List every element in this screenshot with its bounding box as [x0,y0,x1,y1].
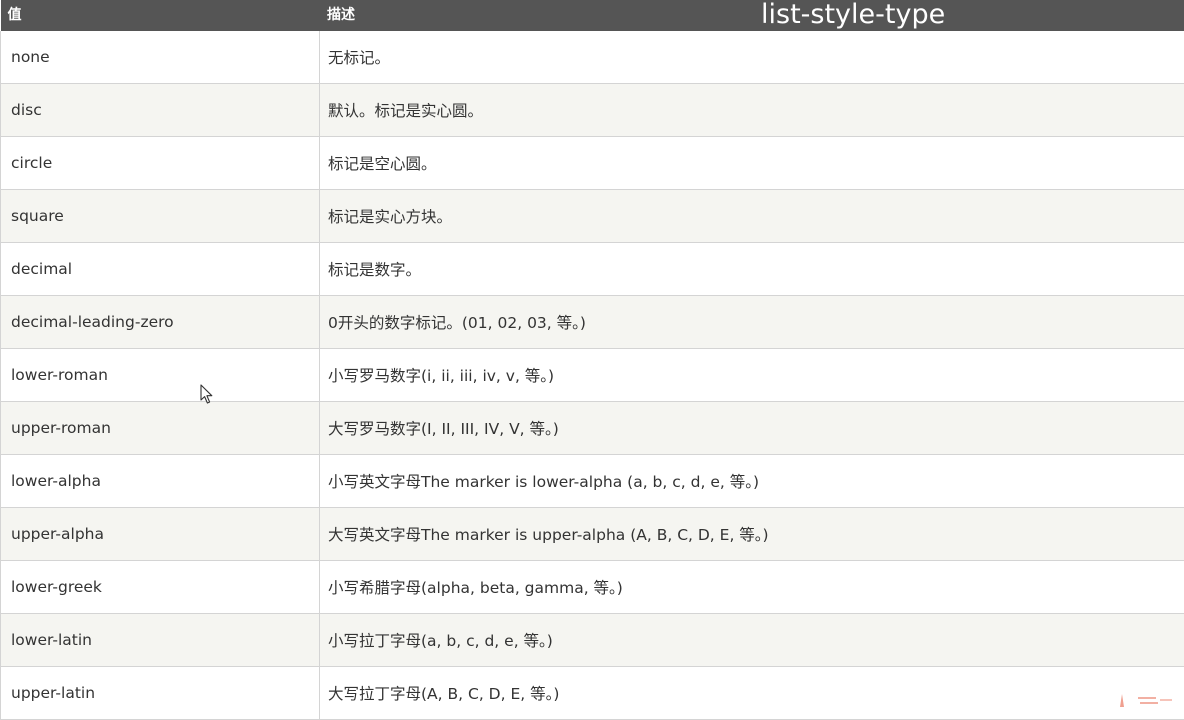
overlay-title: list-style-type [761,0,945,32]
table-row: upper-alpha大写英文字母The marker is upper-alp… [1,508,1184,561]
reference-table: 值 描述 none无标记。disc默认。标记是实心圆。circle标记是空心圆。… [0,0,1184,720]
table-row: decimal标记是数字。 [1,243,1184,296]
corner-logo-fragment [1112,690,1184,708]
cell-description: 默认。标记是实心圆。 [320,84,1184,137]
cell-value: disc [1,84,320,137]
table-body: none无标记。disc默认。标记是实心圆。circle标记是空心圆。squar… [1,31,1184,720]
table-row: lower-latin小写拉丁字母(a, b, c, d, e, 等。) [1,614,1184,667]
table-row: none无标记。 [1,31,1184,84]
mouse-pointer-icon [200,384,214,405]
cell-value: upper-latin [1,667,320,720]
cell-description: 大写英文字母The marker is upper-alpha (A, B, C… [320,508,1184,561]
cell-description: 小写希腊字母(alpha, beta, gamma, 等。) [320,561,1184,614]
header-value: 值 [1,0,320,31]
cell-value: lower-alpha [1,455,320,508]
table-row: circle标记是空心圆。 [1,137,1184,190]
page: 值 描述 none无标记。disc默认。标记是实心圆。circle标记是空心圆。… [0,0,1184,708]
cell-value: upper-roman [1,402,320,455]
cell-value: lower-greek [1,561,320,614]
table-row: disc默认。标记是实心圆。 [1,84,1184,137]
cell-description: 大写罗马数字(I, II, III, IV, V, 等。) [320,402,1184,455]
cell-description: 0开头的数字标记。(01, 02, 03, 等。) [320,296,1184,349]
table-row: upper-roman大写罗马数字(I, II, III, IV, V, 等。) [1,402,1184,455]
cell-value: circle [1,137,320,190]
table-row: decimal-leading-zero0开头的数字标记。(01, 02, 03… [1,296,1184,349]
cell-value: upper-alpha [1,508,320,561]
cell-description: 无标记。 [320,31,1184,84]
cell-value: square [1,190,320,243]
cell-description: 大写拉丁字母(A, B, C, D, E, 等。) [320,667,1184,720]
cell-description: 小写英文字母The marker is lower-alpha (a, b, c… [320,455,1184,508]
cell-value: decimal-leading-zero [1,296,320,349]
cell-description: 标记是数字。 [320,243,1184,296]
table-row: lower-roman小写罗马数字(i, ii, iii, iv, v, 等。) [1,349,1184,402]
cell-value: none [1,31,320,84]
table-row: square标记是实心方块。 [1,190,1184,243]
cell-value: lower-roman [1,349,320,402]
header-description: 描述 [320,0,1184,31]
table-header-row: 值 描述 [1,0,1184,31]
cell-value: decimal [1,243,320,296]
cell-description: 小写拉丁字母(a, b, c, d, e, 等。) [320,614,1184,667]
cell-value: lower-latin [1,614,320,667]
table-row: upper-latin大写拉丁字母(A, B, C, D, E, 等。) [1,667,1184,720]
cell-description: 标记是实心方块。 [320,190,1184,243]
table-row: lower-greek小写希腊字母(alpha, beta, gamma, 等。… [1,561,1184,614]
cell-description: 小写罗马数字(i, ii, iii, iv, v, 等。) [320,349,1184,402]
cell-description: 标记是空心圆。 [320,137,1184,190]
table-row: lower-alpha小写英文字母The marker is lower-alp… [1,455,1184,508]
